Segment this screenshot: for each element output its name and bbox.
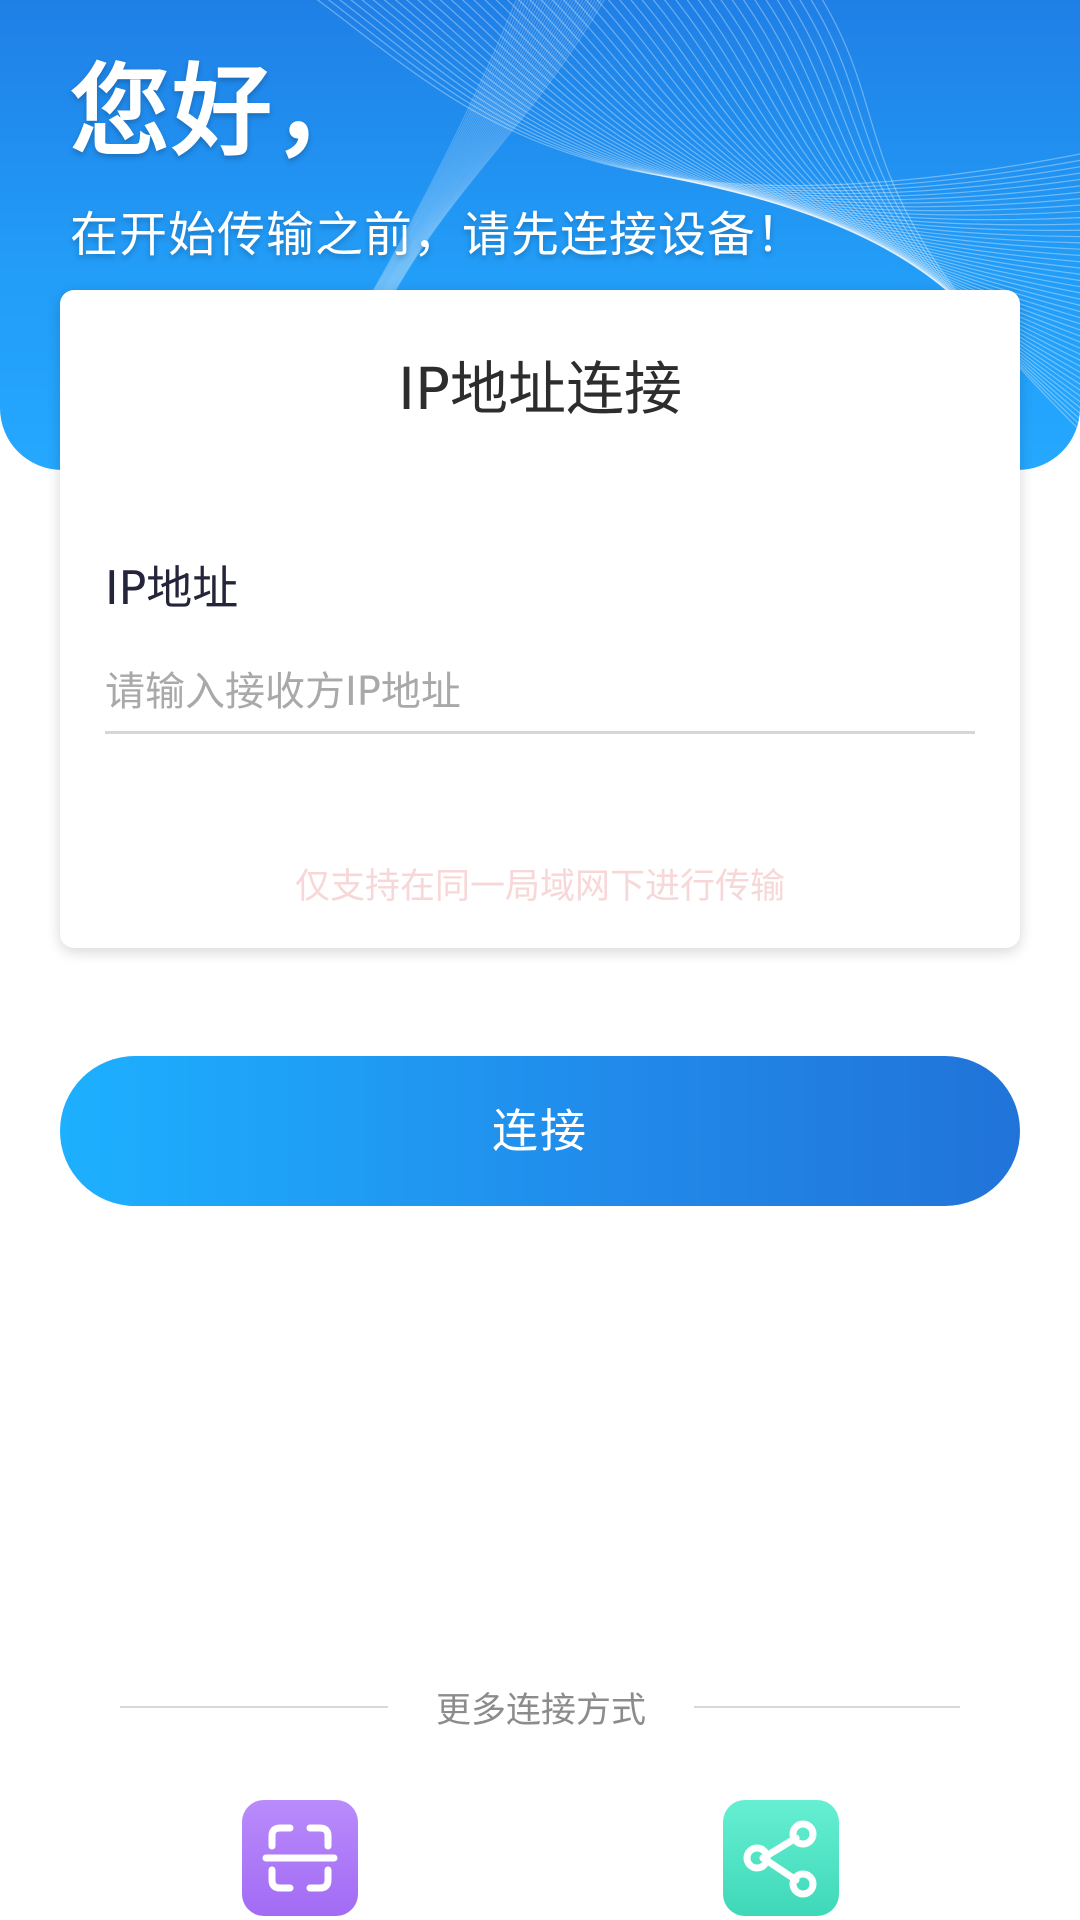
share-icon xyxy=(743,1820,817,1898)
connect-button[interactable]: 连接 xyxy=(60,1056,1020,1206)
divider-right xyxy=(694,1706,960,1708)
divider-left xyxy=(120,1706,388,1708)
ip-address-input[interactable] xyxy=(105,652,975,734)
ip-address-label: IP地址 xyxy=(105,561,239,615)
scan-connect-button[interactable] xyxy=(242,1800,358,1916)
card-title: IP地址连接 xyxy=(397,355,683,423)
header-subtitle: 在开始传输之前，请先连接设备！ xyxy=(70,207,806,263)
share-connect-button[interactable] xyxy=(723,1800,839,1916)
ip-connect-card: IP地址连接 IP地址 仅支持在同一局域网下进行传输 xyxy=(60,290,1020,948)
greeting-heading: 您好， xyxy=(70,53,376,170)
scan-icon xyxy=(262,1824,338,1892)
more-methods-label: 更多连接方式 xyxy=(435,1691,646,1731)
lan-hint-text: 仅支持在同一局域网下进行传输 xyxy=(294,867,785,907)
connect-device-screen: 您好， 在开始传输之前，请先连接设备！ IP地址连接 IP地址 仅支持在同一局域… xyxy=(0,0,1080,1920)
